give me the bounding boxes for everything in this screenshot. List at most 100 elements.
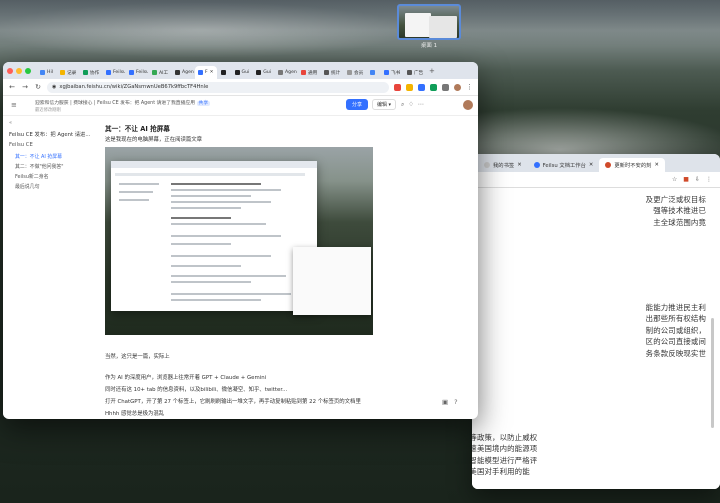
browser-tab-active[interactable]: F ✕ bbox=[195, 66, 217, 79]
close-icon[interactable]: ✕ bbox=[517, 162, 521, 168]
tab-favicon-icon bbox=[407, 70, 413, 75]
minimize-window-button[interactable] bbox=[16, 67, 22, 74]
desktop-space-thumbnail[interactable] bbox=[397, 4, 461, 40]
close-icon[interactable]: ✕ bbox=[654, 162, 658, 168]
scrollbar[interactable] bbox=[711, 318, 714, 428]
outline-item[interactable]: 其二：不做"他问我答" bbox=[15, 163, 64, 170]
tab-favicon-icon bbox=[384, 70, 390, 75]
content-line: 打开 ChatGPT，开了第 27 个标签上，它刷刷刷输出一堆文字，再手动复制粘… bbox=[105, 399, 361, 405]
right-tab[interactable]: Feilsu 文档工作台 ✕ bbox=[528, 158, 600, 172]
browser-tab[interactable]: AI工 bbox=[149, 66, 171, 79]
sidebar-toggle-icon[interactable]: ≡ bbox=[11, 101, 17, 109]
download-icon[interactable]: ⇩ bbox=[695, 176, 700, 183]
share-badge: 共享 bbox=[196, 101, 211, 106]
back-icon[interactable]: ← bbox=[8, 83, 16, 91]
tab-favicon-icon bbox=[278, 70, 284, 75]
more-icon[interactable]: ⋯ bbox=[418, 101, 428, 108]
image-icon[interactable]: ▣ bbox=[442, 398, 454, 406]
browser-tab[interactable]: Feilsu bbox=[103, 66, 125, 79]
reload-icon[interactable]: ↻ bbox=[34, 83, 42, 91]
intro-text: 这是我现在的电脑屏幕，正在阅读篇文章 bbox=[105, 137, 203, 143]
browser-tab[interactable]: 协作 bbox=[80, 66, 102, 79]
embedded-screenshot[interactable] bbox=[105, 147, 373, 335]
right-toolbar: ☆ ■ ⇩ ⋮ bbox=[472, 172, 720, 188]
browser-tab-strip: Hil 记录 协作 Feilsu Feilsu AI工 Agen F ✕ Gui Gui Agen 通用… bbox=[3, 62, 478, 79]
last-modified: 最近修改刚刚 bbox=[35, 108, 61, 113]
extension-icon[interactable] bbox=[406, 83, 413, 91]
floating-tools: ▣? bbox=[442, 398, 464, 406]
collapse-icon[interactable]: « bbox=[9, 120, 12, 126]
content-line: Hhhh 感觉总是极为混乱 bbox=[105, 411, 165, 417]
tab-favicon-icon bbox=[301, 70, 307, 75]
extension-icon[interactable] bbox=[394, 83, 401, 91]
browser-tab[interactable]: Agen bbox=[172, 66, 194, 79]
address-toolbar: ← → ↻ ◉ xgjbaiban.feishu.cn/wiki/ZGaNsrn… bbox=[3, 79, 478, 96]
export-control-paragraph: 与此关切一致，我们继续倡导实施强有力的出口管制等政策，以防止威权 国家发展可能威… bbox=[472, 433, 538, 477]
browser-tab[interactable]: 会员 bbox=[344, 66, 366, 79]
breadcrumb[interactable]: 迎索和信力服获 | 费球接心 | Feilsu CE 发布：把 Agent 请进… bbox=[35, 99, 211, 106]
doc-header: ≡ 迎索和信力服获 | 费球接心 | Feilsu CE 发布：把 Agent … bbox=[3, 96, 478, 116]
tab-favicon-icon bbox=[370, 70, 376, 75]
outline-item[interactable]: Feilsu新二身名 bbox=[15, 173, 48, 180]
new-tab-icon[interactable]: + bbox=[429, 67, 435, 75]
profile-icon[interactable] bbox=[454, 83, 461, 91]
zoom-window-button[interactable] bbox=[25, 67, 31, 74]
browser-tab[interactable]: 广告 bbox=[404, 66, 426, 79]
outline-item[interactable]: 最后说几句 bbox=[15, 183, 39, 190]
menu-icon[interactable]: ⋮ bbox=[466, 83, 473, 91]
extension-icon[interactable] bbox=[442, 83, 449, 91]
tab-favicon-icon bbox=[533, 162, 540, 168]
browser-tab[interactable]: 统计 bbox=[321, 66, 343, 79]
browser-tab[interactable] bbox=[218, 66, 231, 79]
right-tab-strip: 我的书签 ✕ Feilsu 文档工作台 ✕ 更新时不安的刻 ✕ bbox=[472, 154, 720, 172]
content-line: 同时还有这 10+ tab 的信息资料，以及bilibili、微信凝空、知乎、t… bbox=[105, 387, 288, 393]
tab-favicon-icon bbox=[234, 70, 240, 75]
edit-mode-button[interactable]: 编辑 ▾ bbox=[372, 99, 396, 110]
right-tab-active[interactable]: 更新时不安的刻 ✕ bbox=[599, 158, 665, 172]
tab-favicon-icon bbox=[152, 70, 158, 75]
help-icon[interactable]: ? bbox=[454, 398, 463, 406]
browser-tab[interactable] bbox=[367, 66, 380, 79]
close-window-button[interactable] bbox=[7, 67, 13, 74]
site-info-icon[interactable]: ◉ bbox=[52, 84, 56, 90]
window-controls bbox=[7, 67, 31, 74]
right-tab[interactable]: 我的书签 ✕ bbox=[478, 158, 528, 172]
menu-icon[interactable]: ⋮ bbox=[706, 176, 712, 183]
doc-content: 其一：不让 AI 抢屏幕 这是我现在的电脑屏幕，正在阅读篇文章 当然，这只是一篇… bbox=[105, 117, 465, 417]
doc-outline: « Feilsu CE 发布：把 Agent 请进... Feilsu CE 其… bbox=[3, 117, 98, 417]
outline-item[interactable]: 其一：不让 AI 抢屏幕 bbox=[15, 153, 62, 160]
tab-favicon-icon bbox=[40, 70, 45, 75]
extension-icon[interactable] bbox=[430, 83, 437, 91]
translation-browser-window[interactable]: 我的书签 ✕ Feilsu 文档工作台 ✕ 更新时不安的刻 ✕ ☆ ■ ⇩ ⋮ 及更广… bbox=[472, 154, 720, 489]
content-line: 当然，这只是一篇，实际上 bbox=[105, 354, 170, 360]
share-button[interactable]: 分享 bbox=[346, 99, 368, 110]
browser-tab[interactable]: Gui bbox=[232, 66, 253, 79]
tab-favicon-icon bbox=[256, 70, 262, 75]
tab-favicon-icon bbox=[83, 70, 89, 75]
url-bar[interactable]: ◉ xgjbaiban.feishu.cn/wiki/ZGaNsrnwnUeB6… bbox=[47, 81, 389, 93]
browser-tab[interactable]: 记录 bbox=[57, 66, 79, 79]
close-icon[interactable]: ✕ bbox=[589, 162, 593, 168]
feishu-browser-window[interactable]: Hil 记录 协作 Feilsu Feilsu AI工 Agen F ✕ Gui Gui Agen 通用… bbox=[3, 62, 478, 419]
outline-title[interactable]: Feilsu CE 发布：把 Agent 请进... bbox=[9, 130, 90, 138]
forward-icon[interactable]: → bbox=[21, 83, 29, 91]
close-icon[interactable]: ✕ bbox=[210, 70, 214, 75]
bell-icon[interactable]: ♢ bbox=[408, 101, 417, 108]
extension-icon[interactable]: ■ bbox=[683, 176, 689, 183]
tab-favicon-icon bbox=[220, 70, 226, 75]
section-heading: 其一：不让 AI 抢屏幕 bbox=[105, 125, 170, 133]
avatar[interactable] bbox=[463, 100, 473, 110]
browser-tab[interactable]: 飞书 bbox=[381, 66, 403, 79]
extension-icon[interactable] bbox=[418, 83, 425, 91]
browser-tab[interactable]: Feilsu bbox=[126, 66, 148, 79]
desktop-space-label: 桌面 1 bbox=[420, 43, 438, 49]
browser-tab[interactable]: 通用 bbox=[298, 66, 320, 79]
bookmark-star-icon[interactable]: ☆ bbox=[672, 176, 677, 183]
browser-tab[interactable]: Gui bbox=[253, 66, 274, 79]
content-line: 作为 AI 的深度用户，浏览器上往常开着 GPT + Claude + Gemi… bbox=[105, 375, 267, 381]
browser-tab[interactable]: Agen bbox=[275, 66, 297, 79]
mission-control-bar bbox=[0, 0, 720, 46]
desktop-wallpaper: 桌面 1 我的书签 ✕ Feilsu 文档工作台 ✕ 更新时不安的刻 ✕ ☆ ■ ⇩ … bbox=[0, 0, 720, 503]
outline-section[interactable]: Feilsu CE bbox=[9, 142, 33, 148]
browser-tab[interactable]: Hil bbox=[37, 66, 56, 79]
